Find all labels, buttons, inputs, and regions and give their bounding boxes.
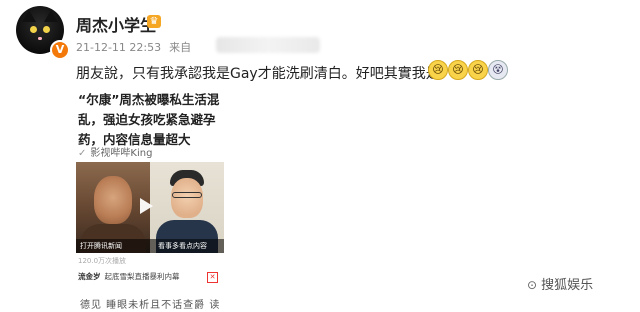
source-check-icon: ✓ bbox=[78, 148, 87, 159]
comment-text: 起底雪梨直播暴利内幕 bbox=[104, 272, 180, 281]
comment-user: 流金岁 bbox=[78, 272, 101, 281]
video-caption-bar: 打开腾讯新闻 看事多看点内容 bbox=[76, 239, 224, 253]
cat-eye-left bbox=[30, 26, 37, 33]
cat-nose bbox=[38, 37, 42, 40]
close-icon[interactable]: ✕ bbox=[207, 272, 218, 283]
watermark-text: 搜狐娱乐 bbox=[541, 278, 594, 293]
crying-emoji-icon: 😢 bbox=[468, 60, 488, 80]
cat-ear-right bbox=[44, 10, 58, 22]
video-right-caption: 看事多看点内容 bbox=[158, 242, 207, 250]
video-thumbnail[interactable]: 打开腾讯新闻 看事多看点内容 bbox=[76, 162, 224, 253]
crying-emoji-icon: 😢 bbox=[448, 60, 468, 80]
article-source: ✓ 影视哔哔King bbox=[78, 144, 152, 159]
shared-article-card[interactable]: “尔康”周杰被曝私生活混乱，强迫女孩吃紧急避孕药，内容信息量超大 ✓ 影视哔哔Ki… bbox=[70, 84, 226, 312]
dizzy-emoji-icon: 😵 bbox=[488, 60, 508, 80]
username[interactable]: 周杰小学生 bbox=[76, 12, 156, 36]
article-title[interactable]: “尔康”周杰被曝私生活混乱，强迫女孩吃紧急避孕药，内容信息量超大 bbox=[78, 90, 228, 150]
card-bottom-text: 德见 睡眼未析且不话查爵 读 bbox=[80, 300, 221, 311]
crying-emoji-icon: 😢 bbox=[428, 60, 448, 80]
card-comment: 流金岁 起底雪梨直播暴利内幕 ✕ bbox=[78, 268, 222, 286]
video-left-caption: 打开腾讯新闻 bbox=[80, 242, 122, 250]
watermark: ⊙ 搜狐娱乐 bbox=[527, 274, 593, 293]
source-name: 影视哔哔King bbox=[90, 148, 153, 159]
verified-badge-icon: V bbox=[50, 40, 70, 60]
from-label: 来自 bbox=[169, 41, 192, 54]
member-crown-icon: ♛ bbox=[147, 15, 161, 28]
play-icon[interactable] bbox=[140, 198, 153, 214]
cat-eye-right bbox=[43, 26, 50, 33]
post-text: 朋友說，只有我承認我是Gay才能洗刷清白。好吧其實我是 bbox=[76, 66, 440, 82]
sohu-logo-icon: ⊙ bbox=[527, 278, 538, 292]
post-meta: 21-12-11 22:53 来自 bbox=[76, 37, 320, 55]
blurred-source bbox=[216, 37, 320, 53]
timestamp: 21-12-11 22:53 bbox=[76, 41, 162, 54]
cat-ear-left bbox=[22, 10, 36, 22]
play-count: 120.0万次播放 bbox=[78, 257, 127, 265]
